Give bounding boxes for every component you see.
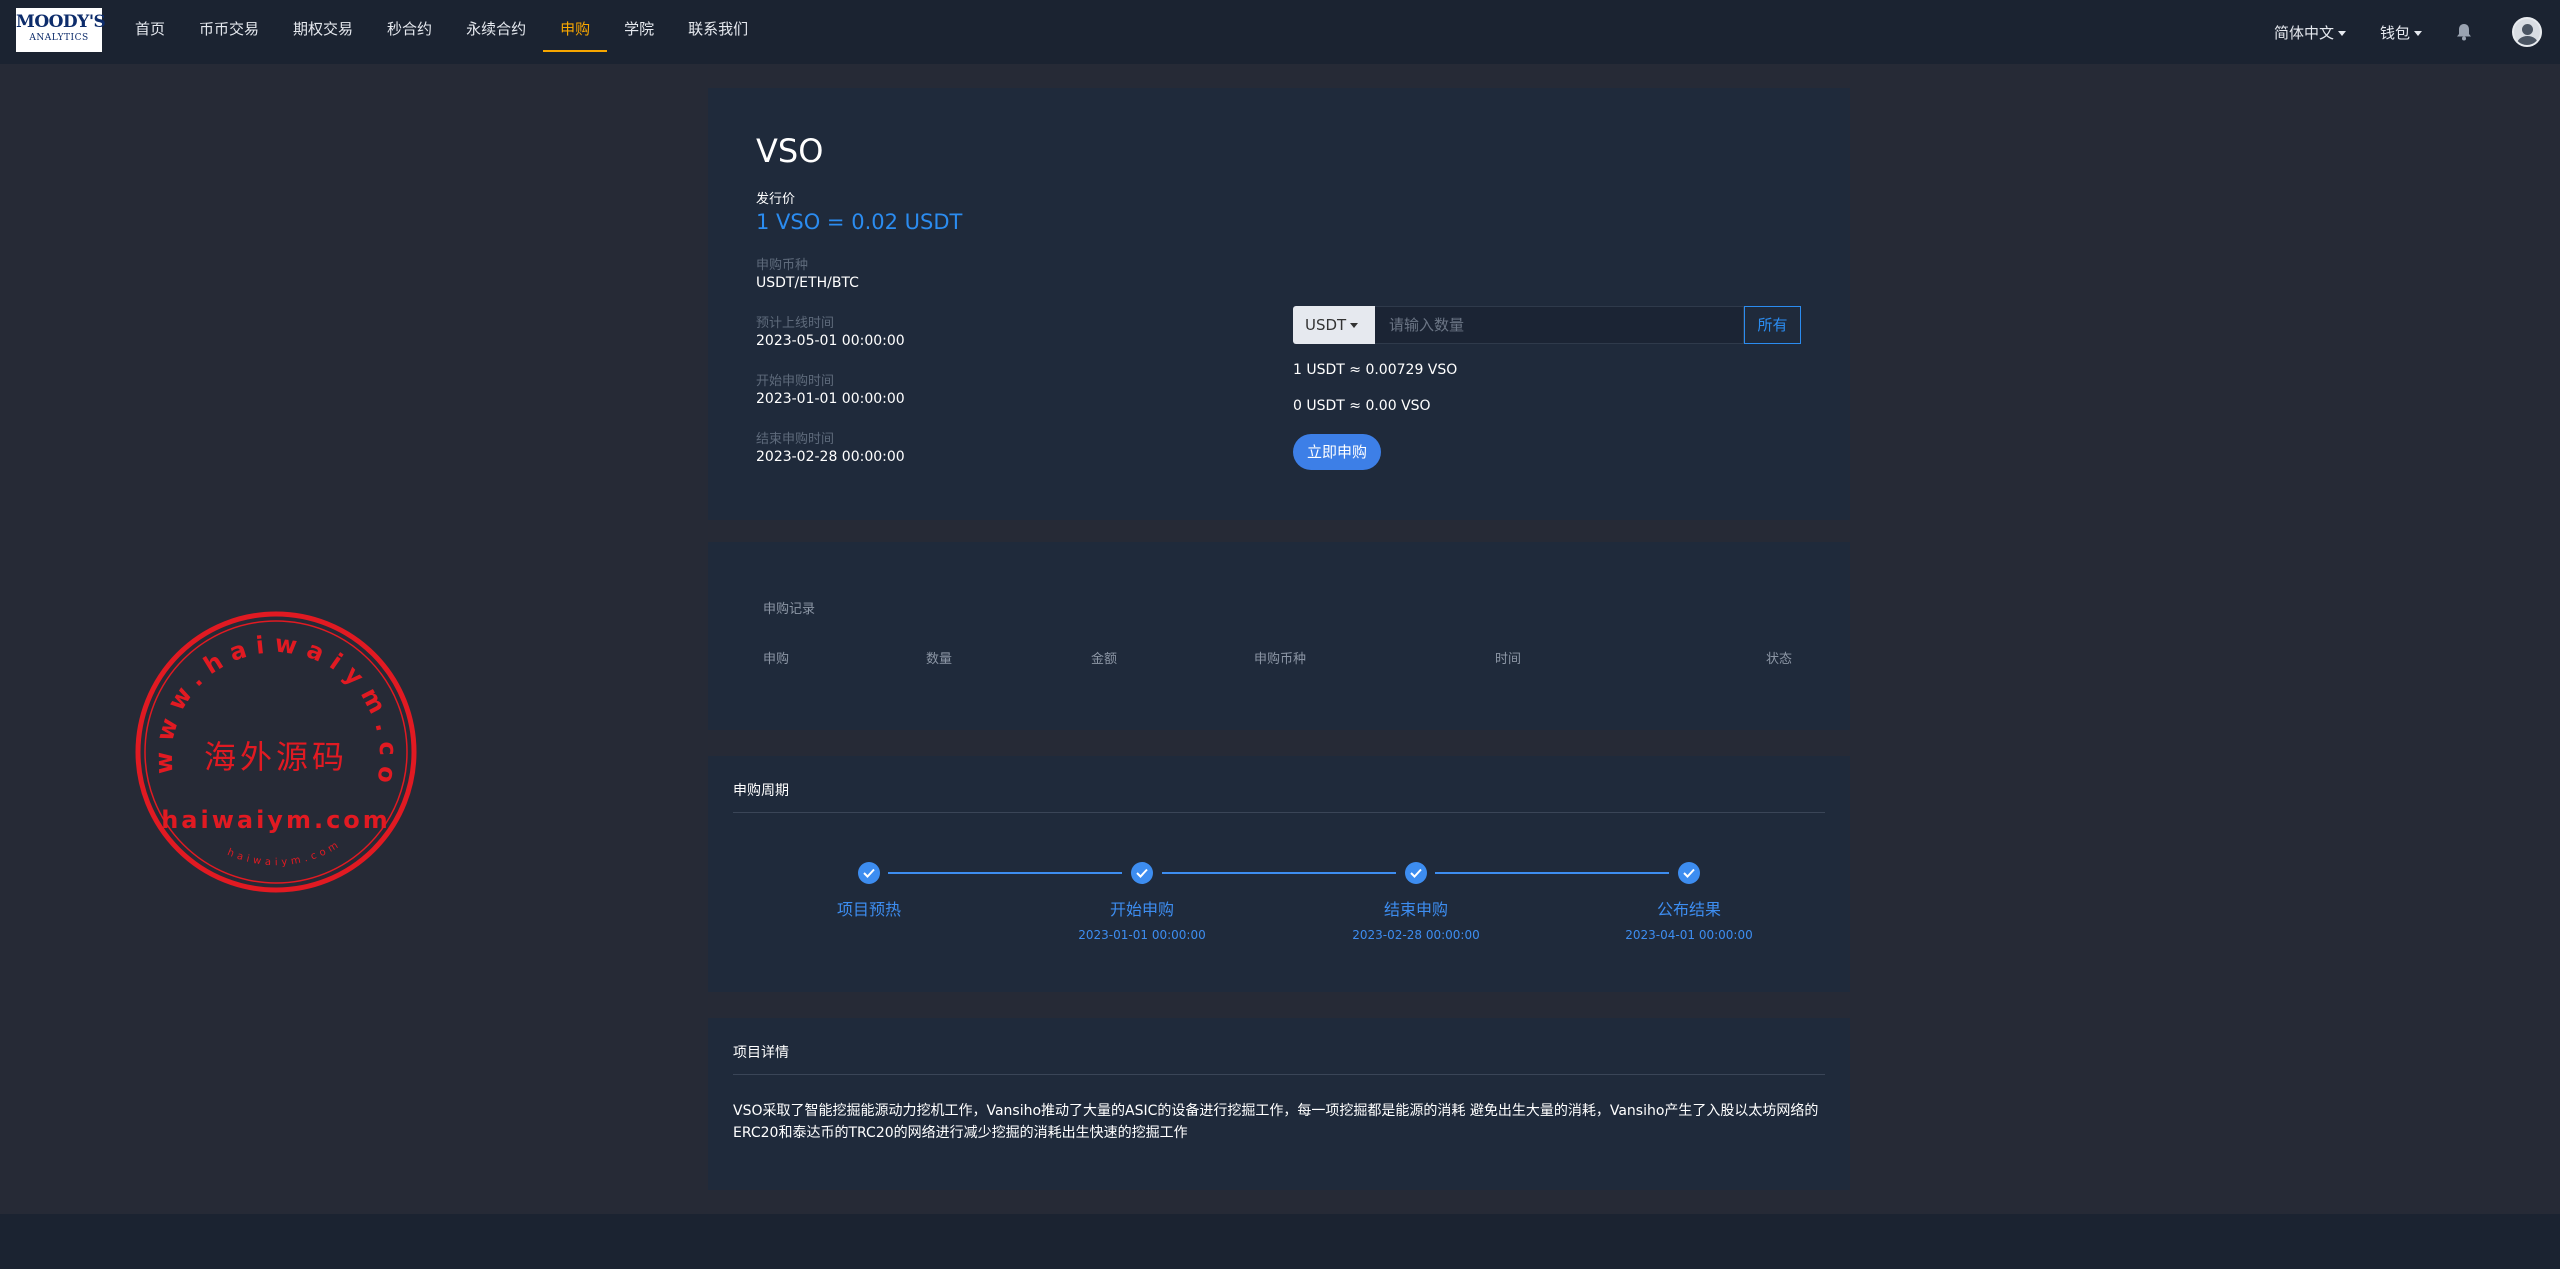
watermark-stamp: www.haiwaiym.com haiwaiym.com 海外源码 haiwa… (117, 588, 418, 894)
language-label: 简体中文 (2273, 23, 2334, 42)
stamp-url-text: haiwaiym.com (161, 806, 391, 834)
listing-time-value: 2023-05-01 00:00:00 (756, 333, 905, 349)
check-icon (1678, 862, 1700, 884)
currency-value: USDT/ETH/BTC (756, 275, 859, 291)
nav-second-contract[interactable]: 秒合约 (370, 0, 449, 64)
step-connector (888, 872, 1122, 874)
nav-options-trading[interactable]: 期权交易 (276, 0, 370, 64)
step-label-result: 公布结果 (1656, 900, 1721, 919)
avatar[interactable] (2512, 17, 2542, 47)
step-date-end: 2023-02-28 00:00:00 (1352, 928, 1480, 942)
wallet-label: 钱包 (2379, 23, 2410, 42)
issue-price: 1 VSO = 0.02 USDT (756, 210, 963, 234)
nav-perpetual-contract[interactable]: 永续合约 (449, 0, 543, 64)
step-date-result: 2023-04-01 00:00:00 (1625, 928, 1753, 942)
avatar-body (2517, 36, 2538, 45)
records-title: 申购记录 (763, 602, 816, 617)
nav-academy[interactable]: 学院 (607, 0, 671, 64)
all-button[interactable]: 所有 (1744, 306, 1801, 344)
moodys-logo[interactable]: MOODY'S ANALYTICS (16, 8, 106, 52)
logo-line2: ANALYTICS (29, 33, 89, 43)
column-header-currency: 申购币种 (1254, 652, 1307, 667)
details-title: 项目详情 (733, 1045, 789, 1061)
logo-line1: MOODY'S (16, 12, 106, 32)
details-text: VSO采取了智能挖掘能源动力挖机工作，Vansiho推动了大量的ASIC的设备进… (733, 1103, 1819, 1141)
column-header-subscription: 申购 (763, 652, 790, 667)
main-menu: 首页 币币交易 期权交易 秒合约 永续合约 申购 学院 联系我们 (118, 0, 765, 64)
top-nav: MOODY'S ANALYTICS 首页 币币交易 期权交易 秒合约 永续合约 … (0, 0, 2560, 64)
start-time-value: 2023-01-01 00:00:00 (756, 391, 905, 407)
language-dropdown[interactable]: 简体中文 (2274, 22, 2346, 43)
check-icon (1405, 862, 1427, 884)
nav-subscription[interactable]: 申购 (543, 0, 608, 64)
listing-time-label: 预计上线时间 (756, 316, 835, 331)
cycle-title: 申购周期 (733, 783, 789, 799)
stamp-main-text: 海外源码 (203, 738, 348, 776)
svg-text:haiwaiym.com: haiwaiym.com (226, 838, 344, 868)
column-header-quantity: 数量 (926, 652, 953, 667)
end-time-label: 结束申购时间 (756, 432, 835, 447)
token-info-panel: VSO 发行价 1 VSO = 0.02 USDT 申购币种 USDT/ETH/… (708, 88, 1850, 520)
step-label-start: 开始申购 (1109, 900, 1174, 919)
currency-select-value: USDT (1305, 316, 1347, 334)
subscribe-now-button[interactable]: 立即申购 (1293, 434, 1381, 470)
project-details-panel: 项目详情 VSO采取了智能挖掘能源动力挖机工作，Vansiho推动了大量的ASI… (708, 1018, 1850, 1190)
estimate-amount: 0 USDT ≈ 0.00 VSO (1293, 398, 1431, 414)
check-icon (1131, 862, 1153, 884)
nav-right: 简体中文 钱包 (2274, 0, 2560, 64)
step-connector (1162, 872, 1396, 874)
exchange-rate: 1 USDT ≈ 0.00729 VSO (1293, 362, 1458, 378)
avatar-head (2522, 24, 2533, 35)
start-time-label: 开始申购时间 (756, 374, 835, 389)
step-label-warmup: 项目预热 (836, 900, 901, 919)
chevron-down-icon (2337, 30, 2346, 36)
wallet-dropdown[interactable]: 钱包 (2380, 22, 2422, 43)
nav-home[interactable]: 首页 (118, 0, 182, 64)
nav-contact-us[interactable]: 联系我们 (671, 0, 765, 64)
column-header-time: 时间 (1495, 652, 1522, 667)
footer (0, 1214, 2560, 1269)
step-date-start: 2023-01-01 00:00:00 (1078, 928, 1206, 942)
token-name: VSO (756, 132, 824, 170)
chevron-down-icon (2414, 30, 2422, 36)
column-header-amount: 金额 (1091, 652, 1118, 667)
check-icon (858, 862, 880, 884)
nav-spot-trading[interactable]: 币币交易 (182, 0, 276, 64)
stamp-small-text: haiwaiym.com (226, 838, 340, 868)
currency-select[interactable]: USDT (1293, 306, 1375, 344)
subscription-records-panel: 申购记录 申购 数量 金额 申购币种 时间 状态 (708, 542, 1850, 730)
issue-price-label: 发行价 (756, 192, 796, 207)
step-connector (1435, 872, 1669, 874)
divider (733, 1074, 1825, 1075)
step-label-end: 结束申购 (1383, 900, 1448, 919)
currency-label: 申购币种 (756, 258, 809, 273)
quantity-input[interactable] (1375, 306, 1744, 344)
divider (733, 812, 1825, 813)
end-time-value: 2023-02-28 00:00:00 (756, 449, 905, 465)
column-header-status: 状态 (1766, 652, 1793, 667)
chevron-down-icon (1350, 323, 1359, 328)
bell-icon[interactable] (2456, 23, 2472, 41)
buy-form: USDT 所有 (1293, 306, 1801, 344)
subscription-cycle-panel: 申购周期 项目预热 开始申购 结束申购 公布结果 2023-01-01 00:0… (708, 756, 1850, 992)
